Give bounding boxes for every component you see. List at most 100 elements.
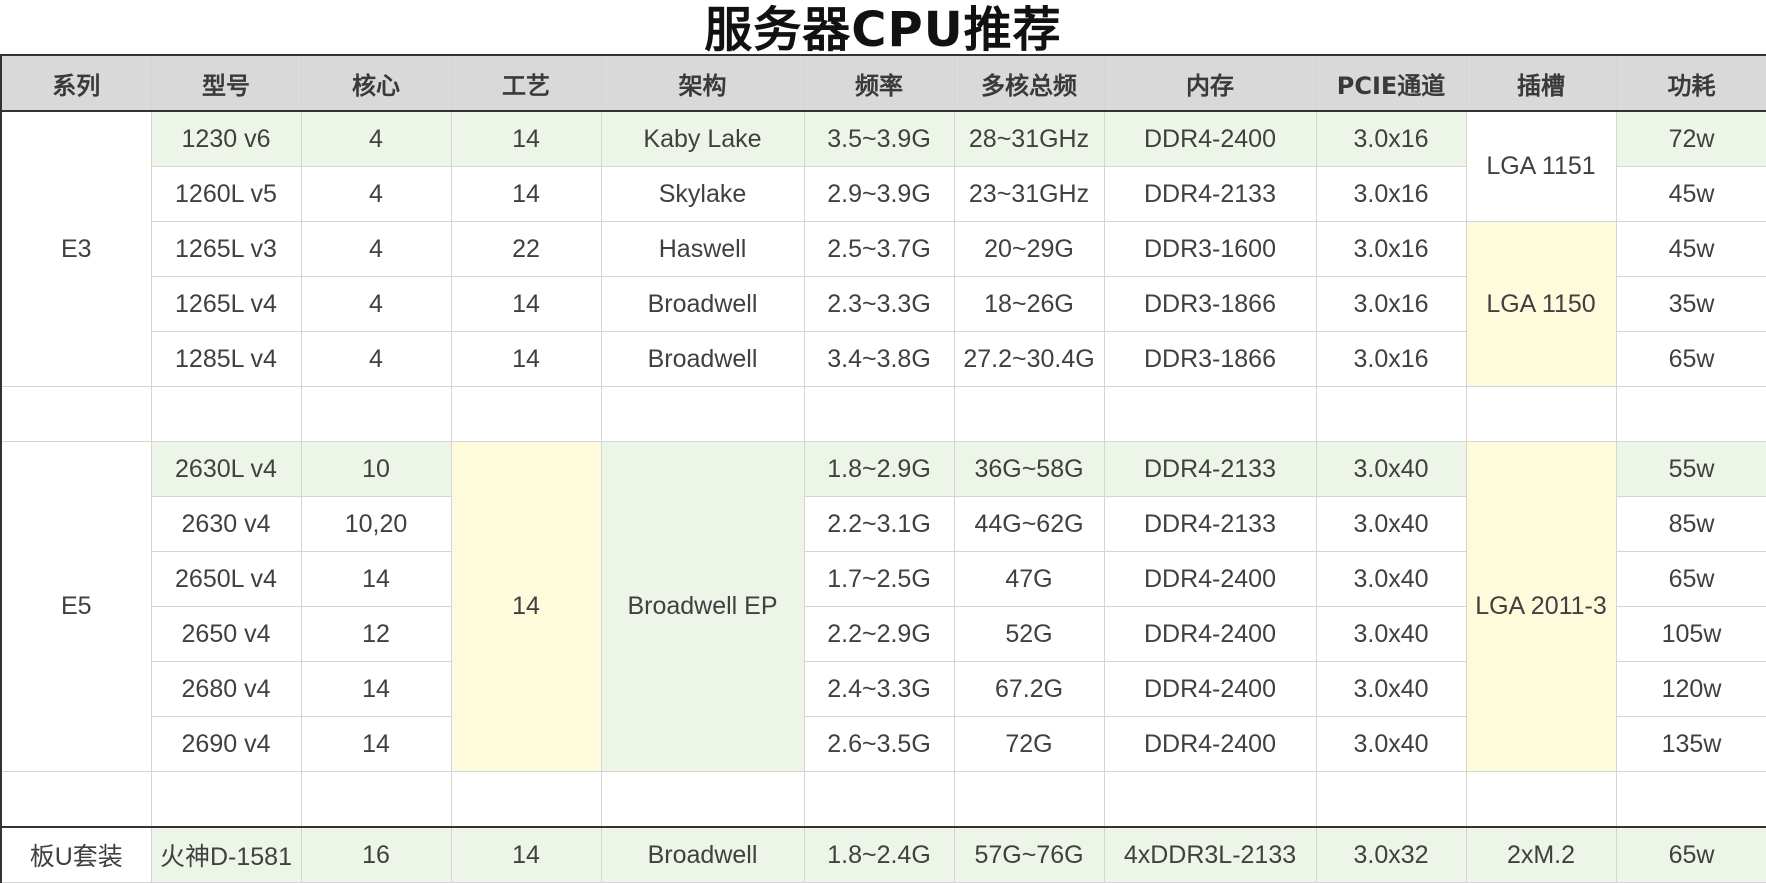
cores-cell: 4: [300, 331, 452, 387]
spacer-row: [0, 771, 1766, 828]
power-cell: 85w: [1615, 496, 1766, 552]
memory-cell: DDR4-2133: [1103, 166, 1317, 222]
model-cell: 1265L v3: [150, 221, 302, 277]
process-cell: 14: [450, 276, 602, 332]
arch-cell: Broadwell: [600, 331, 805, 387]
total-freq-cell: 28~31GHz: [953, 110, 1105, 167]
process-cell: 14: [450, 110, 602, 167]
power-cell: 45w: [1615, 166, 1766, 222]
power-cell: 65w: [1615, 826, 1766, 883]
socket-cell: LGA 1150: [1465, 221, 1617, 387]
memory-cell: DDR3-1866: [1103, 276, 1317, 332]
pcie-cell: 3.0x32: [1315, 826, 1467, 883]
cores-cell: 4: [300, 221, 452, 277]
header-cores: 核心: [300, 54, 452, 112]
header-power: 功耗: [1615, 54, 1766, 112]
socket-cell: LGA 1151: [1465, 110, 1617, 222]
total-freq-cell: 18~26G: [953, 276, 1105, 332]
total-freq-cell: 36G~58G: [953, 441, 1105, 497]
pcie-cell: 3.0x16: [1315, 331, 1467, 387]
cores-cell: 10,20: [300, 496, 452, 552]
freq-cell: 2.9~3.9G: [803, 166, 955, 222]
arch-cell: Haswell: [600, 221, 805, 277]
table-row: E3 1230 v6 4 14 Kaby Lake 3.5~3.9G 28~31…: [0, 110, 1766, 387]
power-cell: 65w: [1615, 551, 1766, 607]
model-cell: 2630 v4: [150, 496, 302, 552]
header-model: 型号: [150, 54, 302, 112]
pcie-cell: 3.0x16: [1315, 221, 1467, 277]
power-cell: 45w: [1615, 221, 1766, 277]
power-cell: 55w: [1615, 441, 1766, 497]
pcie-cell: 3.0x40: [1315, 441, 1467, 497]
process-cell: 14: [450, 826, 602, 883]
header-pcie: PCIE通道: [1315, 54, 1467, 112]
total-freq-cell: 67.2G: [953, 661, 1105, 717]
pcie-cell: 3.0x40: [1315, 716, 1467, 772]
freq-cell: 2.4~3.3G: [803, 661, 955, 717]
series-cell: 板U套装: [0, 826, 152, 883]
total-freq-cell: 57G~76G: [953, 826, 1105, 883]
header-freq: 频率: [803, 54, 955, 112]
pcie-cell: 3.0x16: [1315, 166, 1467, 222]
header-memory: 内存: [1103, 54, 1317, 112]
freq-cell: 1.8~2.4G: [803, 826, 955, 883]
header-row: 系列 型号 核心 工艺 架构 频率 多核总频 内存 PCIE通道 插槽 功耗: [0, 54, 1766, 112]
process-cell: 14: [450, 166, 602, 222]
memory-cell: DDR4-2400: [1103, 551, 1317, 607]
pcie-cell: 3.0x40: [1315, 661, 1467, 717]
memory-cell: DDR4-2400: [1103, 606, 1317, 662]
total-freq-cell: 23~31GHz: [953, 166, 1105, 222]
memory-cell: 4xDDR3L-2133: [1103, 826, 1317, 883]
series-cell: E3: [0, 110, 152, 387]
power-cell: 105w: [1615, 606, 1766, 662]
model-cell: 1285L v4: [150, 331, 302, 387]
cores-cell: 14: [300, 716, 452, 772]
header-series: 系列: [0, 54, 152, 112]
total-freq-cell: 44G~62G: [953, 496, 1105, 552]
header-socket: 插槽: [1465, 54, 1617, 112]
model-cell: 2650L v4: [150, 551, 302, 607]
process-cell: 14: [450, 441, 602, 772]
freq-cell: 3.4~3.8G: [803, 331, 955, 387]
arch-cell: Skylake: [600, 166, 805, 222]
cores-cell: 14: [300, 551, 452, 607]
model-cell: 2680 v4: [150, 661, 302, 717]
power-cell: 135w: [1615, 716, 1766, 772]
spacer-row: [0, 386, 1766, 442]
cores-cell: 4: [300, 166, 452, 222]
header-total-freq: 多核总频: [953, 54, 1105, 112]
table-row: 板U套装 火神D-1581 16 14 Broadwell 1.8~2.4G 5…: [0, 826, 1766, 883]
freq-cell: 2.3~3.3G: [803, 276, 955, 332]
power-cell: 72w: [1615, 110, 1766, 167]
socket-cell: LGA 2011-3: [1465, 441, 1617, 772]
freq-cell: 2.2~3.1G: [803, 496, 955, 552]
freq-cell: 2.2~2.9G: [803, 606, 955, 662]
total-freq-cell: 20~29G: [953, 221, 1105, 277]
cpu-table: 系列 型号 核心 工艺 架构 频率 多核总频 内存 PCIE通道 插槽 功耗 E…: [0, 54, 1766, 883]
table-row: E5 2630L v4 10 14 Broadwell EP 1.8~2.9G …: [0, 441, 1766, 772]
process-cell: 14: [450, 331, 602, 387]
pcie-cell: 3.0x16: [1315, 276, 1467, 332]
cores-cell: 14: [300, 661, 452, 717]
freq-cell: 1.7~2.5G: [803, 551, 955, 607]
process-cell: 22: [450, 221, 602, 277]
total-freq-cell: 27.2~30.4G: [953, 331, 1105, 387]
pcie-cell: 3.0x16: [1315, 110, 1467, 167]
power-cell: 65w: [1615, 331, 1766, 387]
memory-cell: DDR4-2400: [1103, 716, 1317, 772]
cores-cell: 10: [300, 441, 452, 497]
socket-cell: 2xM.2: [1465, 826, 1617, 883]
freq-cell: 1.8~2.9G: [803, 441, 955, 497]
cores-cell: 4: [300, 276, 452, 332]
memory-cell: DDR3-1866: [1103, 331, 1317, 387]
model-cell: 2690 v4: [150, 716, 302, 772]
arch-cell: Kaby Lake: [600, 110, 805, 167]
arch-cell: Broadwell EP: [600, 441, 805, 772]
arch-cell: Broadwell: [600, 276, 805, 332]
freq-cell: 2.6~3.5G: [803, 716, 955, 772]
freq-cell: 3.5~3.9G: [803, 110, 955, 167]
cores-cell: 4: [300, 110, 452, 167]
memory-cell: DDR4-2400: [1103, 661, 1317, 717]
model-cell: 火神D-1581: [150, 826, 302, 883]
page-title: 服务器CPU推荐: [704, 2, 1062, 54]
